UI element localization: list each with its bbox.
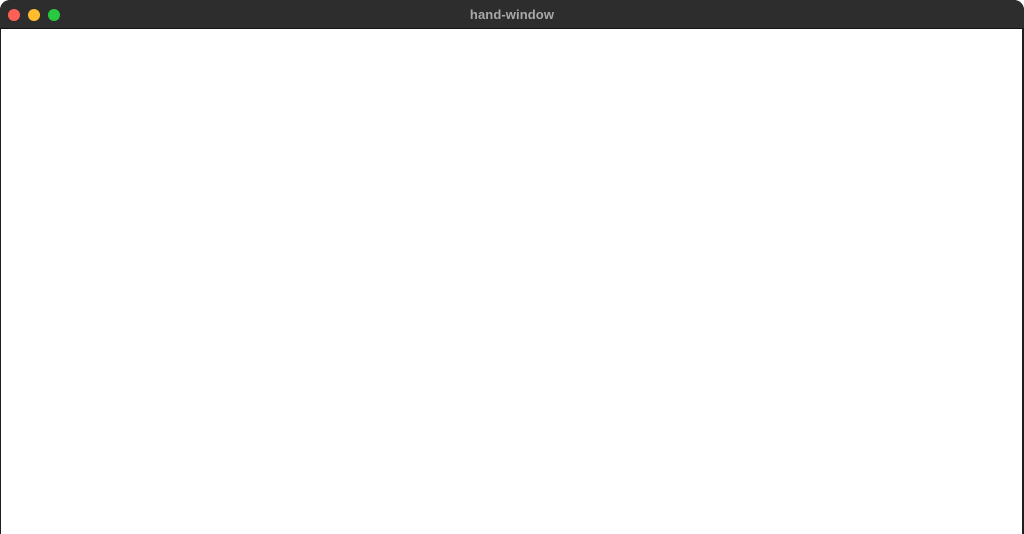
window-content-area: [1, 29, 1022, 534]
title-bar[interactable]: hand-window: [0, 0, 1024, 29]
window-title: hand-window: [469, 7, 555, 22]
app-window: hand-window: [0, 0, 1024, 534]
